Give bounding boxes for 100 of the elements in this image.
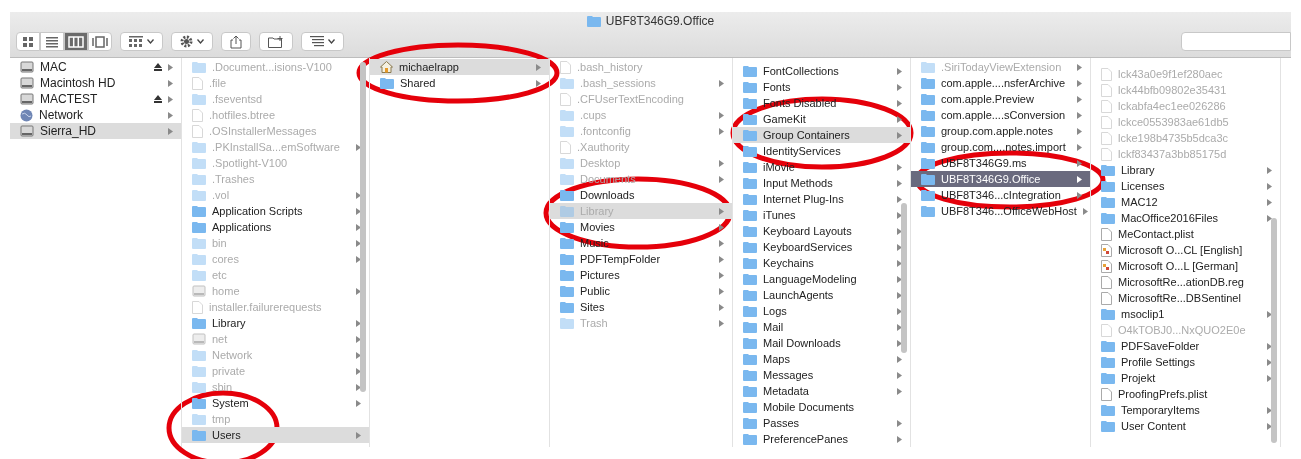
file-row[interactable]: UBF8T346...OfficeWebHost [911,203,1090,219]
view-mode-button[interactable] [64,32,88,51]
file-row[interactable]: Fonts [733,79,910,95]
file-row[interactable]: Metadata [733,383,910,399]
file-row[interactable]: System [182,395,369,411]
file-row[interactable]: Messages [733,367,910,383]
file-row[interactable]: MAC [10,59,181,75]
file-row[interactable]: group.com....notes.import [911,139,1090,155]
file-row[interactable]: KeyboardServices [733,239,910,255]
new-folder-button[interactable] [259,32,293,51]
file-row[interactable]: UBF8T346G9.ms [911,155,1090,171]
file-row[interactable]: com.apple.Preview [911,91,1090,107]
file-name: .SiriTodayViewExtension [941,59,1063,75]
file-row[interactable]: Application Scripts [182,203,369,219]
scrollbar[interactable] [1271,218,1277,443]
file-row[interactable]: Sites [550,299,732,315]
file-row[interactable]: Sierra_HD [10,123,181,139]
document-icon [1101,243,1112,257]
file-name: Mail [763,319,785,335]
file-row[interactable]: Microsoft O...CL [English] [1091,242,1280,258]
file-row[interactable]: Passes [733,415,910,431]
file-row[interactable]: Movies [550,219,732,235]
file-row[interactable]: Projekt [1091,370,1280,386]
file-name: com.apple....sConversion [941,107,1067,123]
file-row[interactable]: Mobile Documents [733,399,910,415]
file-row[interactable]: Network [10,107,181,123]
eject-icon[interactable] [154,95,162,103]
file-row[interactable]: Logs [733,303,910,319]
file-row[interactable]: LanguageModeling [733,271,910,287]
file-row[interactable]: Library [182,315,369,331]
file-row[interactable]: MeContact.plist [1091,226,1280,242]
eject-icon[interactable] [154,63,162,71]
file-row[interactable]: Pictures [550,267,732,283]
file-row[interactable]: Group Containers [733,127,910,143]
file-row[interactable]: michaelrapp [370,59,549,75]
file-name: .fontconfig [580,123,632,139]
file-row[interactable]: com.apple....sConversion [911,107,1090,123]
file-row[interactable]: Mail [733,319,910,335]
scrollbar[interactable] [901,203,907,353]
arrange-list-button[interactable] [301,32,344,51]
file-row[interactable]: FontCollections [733,63,910,79]
file-row[interactable]: Keyboard Layouts [733,223,910,239]
file-row[interactable]: TemporaryItems [1091,402,1280,418]
file-row[interactable]: MicrosoftRe...ationDB.reg [1091,274,1280,290]
file-name: .vol [212,187,231,203]
file-row[interactable]: MacOffice2016Files [1091,210,1280,226]
file-row[interactable]: PreferencePanes [733,431,910,447]
file-row[interactable]: com.apple....nsferArchive [911,75,1090,91]
window-title: UBF8T346G9.Office [605,13,715,30]
folder-icon [1101,372,1115,384]
file-name: installer.failurerequests [209,299,323,315]
search-field[interactable] [1181,32,1291,51]
file-row[interactable]: Downloads [550,187,732,203]
folder-icon [1101,340,1115,352]
file-row[interactable]: Keychains [733,255,910,271]
file-row[interactable]: Mail Downloads [733,335,910,351]
file-row[interactable]: PDFTempFolder [550,251,732,267]
file-name: michaelrapp [399,59,460,75]
file-row[interactable]: Library [1091,162,1280,178]
folder-icon [743,273,757,285]
file-row[interactable]: Profile Settings [1091,354,1280,370]
file-row[interactable]: Input Methods [733,175,910,191]
file-row[interactable]: UBF8T346G9.Office [911,171,1090,187]
home-icon [380,61,393,73]
file-row[interactable]: GameKit [733,111,910,127]
file-row[interactable]: Macintosh HD [10,75,181,91]
file-row[interactable]: Shared [370,75,549,91]
file-row[interactable]: IdentityServices [733,143,910,159]
view-mode-button[interactable] [16,32,40,51]
file-row[interactable]: User Content [1091,418,1280,434]
file-row[interactable]: iTunes [733,207,910,223]
file-row[interactable]: Applications [182,219,369,235]
file-row[interactable]: MicrosoftRe...DBSentinel [1091,290,1280,306]
arrange-button[interactable] [120,32,163,51]
folder-icon [743,209,757,221]
view-mode-button[interactable] [40,32,64,51]
file-row[interactable]: group.com.apple.notes [911,123,1090,139]
file-row[interactable]: LaunchAgents [733,287,910,303]
folder-icon [743,289,757,301]
action-button[interactable] [171,32,213,51]
file-row[interactable]: MACTEST [10,91,181,107]
file-row[interactable]: msoclip1 [1091,306,1280,322]
file-row[interactable]: UBF8T346...cIntegration [911,187,1090,203]
file-row[interactable]: MAC12 [1091,194,1280,210]
file-row[interactable]: Microsoft O...L [German] [1091,258,1280,274]
file-row[interactable]: ProofingPrefs.plist [1091,386,1280,402]
folder-icon [743,433,757,445]
file-row[interactable]: Internet Plug-Ins [733,191,910,207]
caret-icon [147,39,154,44]
file-row[interactable]: Users [182,427,369,443]
scrollbar[interactable] [360,62,366,392]
folder-icon [1101,180,1115,192]
file-row[interactable]: Licenses [1091,178,1280,194]
folder-icon [921,77,935,89]
file-row[interactable]: Maps [733,351,910,367]
file-row[interactable]: PDFSaveFolder [1091,338,1280,354]
view-mode-button[interactable] [88,32,112,51]
file-name: Microsoft O...CL [English] [1118,242,1244,258]
file-row[interactable]: Public [550,283,732,299]
file-name: Movies [580,219,616,235]
